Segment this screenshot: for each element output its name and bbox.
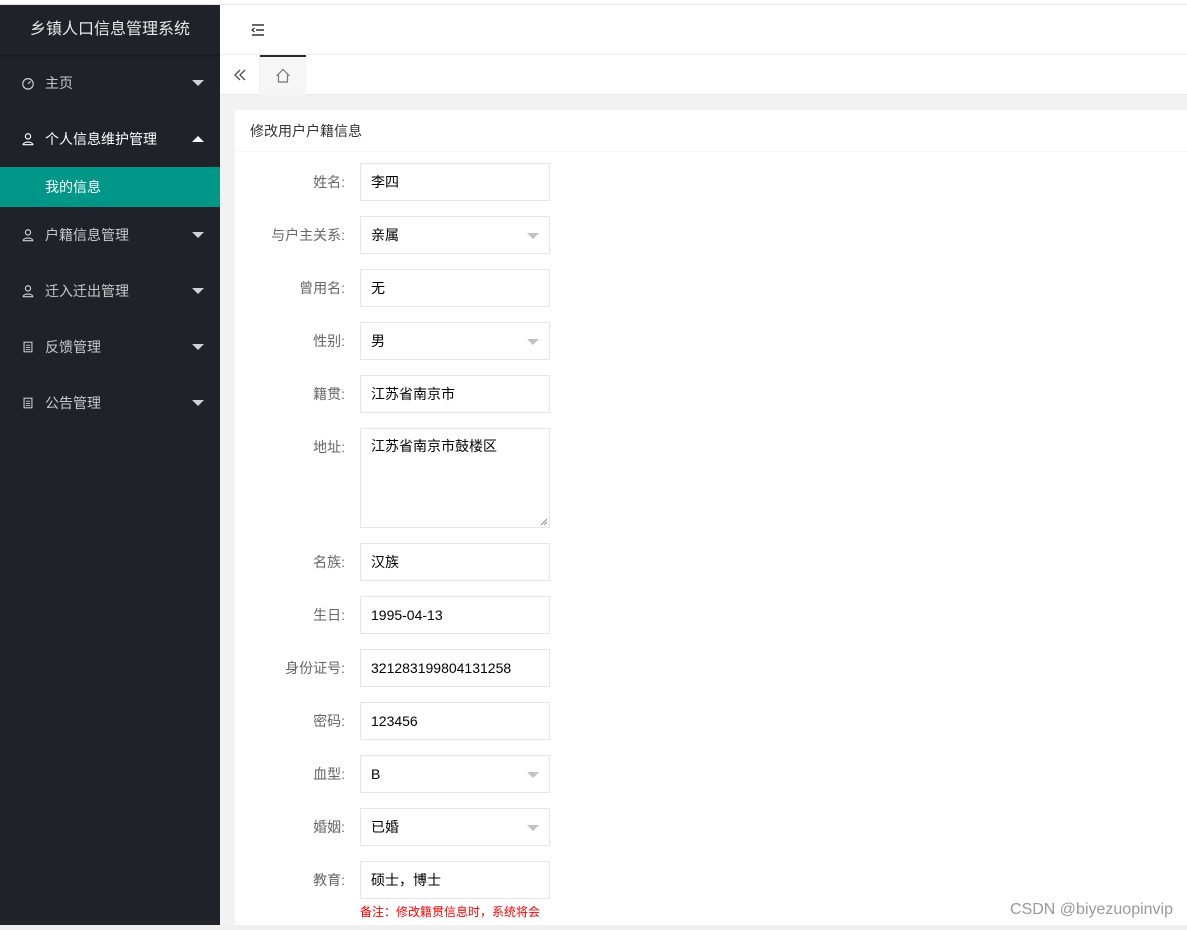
chevron-down-icon: [192, 80, 204, 86]
blood-type-select[interactable]: B: [360, 755, 550, 793]
gender-select[interactable]: 男: [360, 322, 550, 360]
tabs-bar: [220, 55, 1187, 95]
select-value: 已婚: [371, 819, 399, 835]
top-header: [220, 5, 1187, 55]
textarea-value: 江苏省南京市鼓楼区: [371, 438, 497, 454]
birthday-input[interactable]: 1995-04-13: [360, 596, 550, 634]
name-input[interactable]: 李四: [360, 163, 550, 201]
chevron-down-icon: [527, 825, 539, 831]
sidebar-item-migration[interactable]: 迁入迁出管理: [0, 263, 220, 319]
education-input[interactable]: 硕士，博士: [360, 861, 550, 899]
field-label: 婚姻:: [313, 819, 345, 835]
password-input[interactable]: 123456: [360, 702, 550, 740]
field-label: 名族:: [313, 554, 345, 570]
sidebar-item-label: 户籍信息管理: [45, 227, 129, 243]
chevron-down-icon: [192, 344, 204, 350]
submenu: 我的信息: [0, 167, 220, 207]
bottom-edge: [0, 925, 1187, 930]
id-number-input[interactable]: 321283199804131258: [360, 649, 550, 687]
relation-select[interactable]: 亲属: [360, 216, 550, 254]
select-value: 亲属: [371, 227, 399, 243]
marriage-select[interactable]: 已婚: [360, 808, 550, 846]
field-label: 曾用名:: [299, 280, 345, 296]
tabs-scroll-left-button[interactable]: [220, 55, 260, 95]
select-value: 男: [371, 333, 385, 349]
sidebar-item-label: 迁入迁出管理: [45, 283, 129, 299]
sidebar-item-label: 公告管理: [45, 395, 101, 411]
address-textarea[interactable]: 江苏省南京市鼓楼区: [360, 428, 550, 528]
field-label: 性别:: [313, 333, 345, 349]
native-place-input[interactable]: 江苏省南京市: [360, 375, 550, 413]
field-label: 血型:: [313, 766, 345, 782]
menu-toggle-icon[interactable]: [250, 22, 266, 38]
sidebar-item-feedback[interactable]: 反馈管理: [0, 319, 220, 375]
sidebar-item-label: 主页: [45, 75, 73, 91]
sidebar-item-label: 反馈管理: [45, 339, 101, 355]
resize-grip-icon[interactable]: [540, 518, 548, 526]
field-label: 地址:: [313, 439, 345, 455]
form-card: 修改用户户籍信息 姓名: 李四 与户主关系: 亲属 曾用名: 无 性别: 男 籍…: [235, 110, 1187, 925]
field-label: 籍贯:: [313, 386, 345, 402]
field-label: 姓名:: [313, 174, 345, 190]
sidebar-item-label: 个人信息维护管理: [45, 131, 157, 147]
user-icon: [20, 283, 36, 299]
chevron-up-icon: [192, 136, 204, 142]
double-chevron-left-icon: [233, 69, 245, 81]
ethnicity-input[interactable]: 汉族: [360, 543, 550, 581]
field-label: 教育:: [313, 872, 345, 888]
chevron-down-icon: [527, 233, 539, 239]
sidebar: 乡镇人口信息管理系统 主页 个人信息维护管理 我的信息 户籍信息管理 迁入迁出管…: [0, 5, 220, 925]
sidebar-subitem-my-info[interactable]: 我的信息: [0, 167, 220, 207]
chevron-down-icon: [192, 400, 204, 406]
field-label: 与户主关系:: [271, 227, 345, 243]
sidebar-item-announcement[interactable]: 公告管理: [0, 375, 220, 431]
document-icon: [20, 339, 36, 355]
select-value: B: [371, 766, 381, 782]
field-label: 密码:: [313, 713, 345, 729]
sidebar-item-personal-info[interactable]: 个人信息维护管理: [0, 111, 220, 167]
home-icon: [276, 68, 290, 83]
form-title: 修改用户户籍信息: [235, 110, 1187, 152]
field-label: 身份证号:: [285, 660, 345, 676]
document-icon: [20, 395, 36, 411]
chevron-down-icon: [192, 288, 204, 294]
app-logo-title: 乡镇人口信息管理系统: [0, 5, 220, 55]
chevron-down-icon: [527, 772, 539, 778]
watermark: CSDN @biyezuopinvip: [1010, 901, 1173, 918]
sidebar-item-household[interactable]: 户籍信息管理: [0, 207, 220, 263]
former-name-input[interactable]: 无: [360, 269, 550, 307]
chevron-down-icon: [527, 339, 539, 345]
form-note: 备注：修改籍贯信息时，系统将会: [360, 905, 541, 919]
sidebar-item-home[interactable]: 主页: [0, 55, 220, 111]
tab-home[interactable]: [260, 55, 306, 95]
chevron-down-icon: [192, 232, 204, 238]
user-icon: [20, 131, 36, 147]
field-label: 生日:: [313, 607, 345, 623]
user-icon: [20, 227, 36, 243]
dashboard-icon: [20, 75, 36, 91]
